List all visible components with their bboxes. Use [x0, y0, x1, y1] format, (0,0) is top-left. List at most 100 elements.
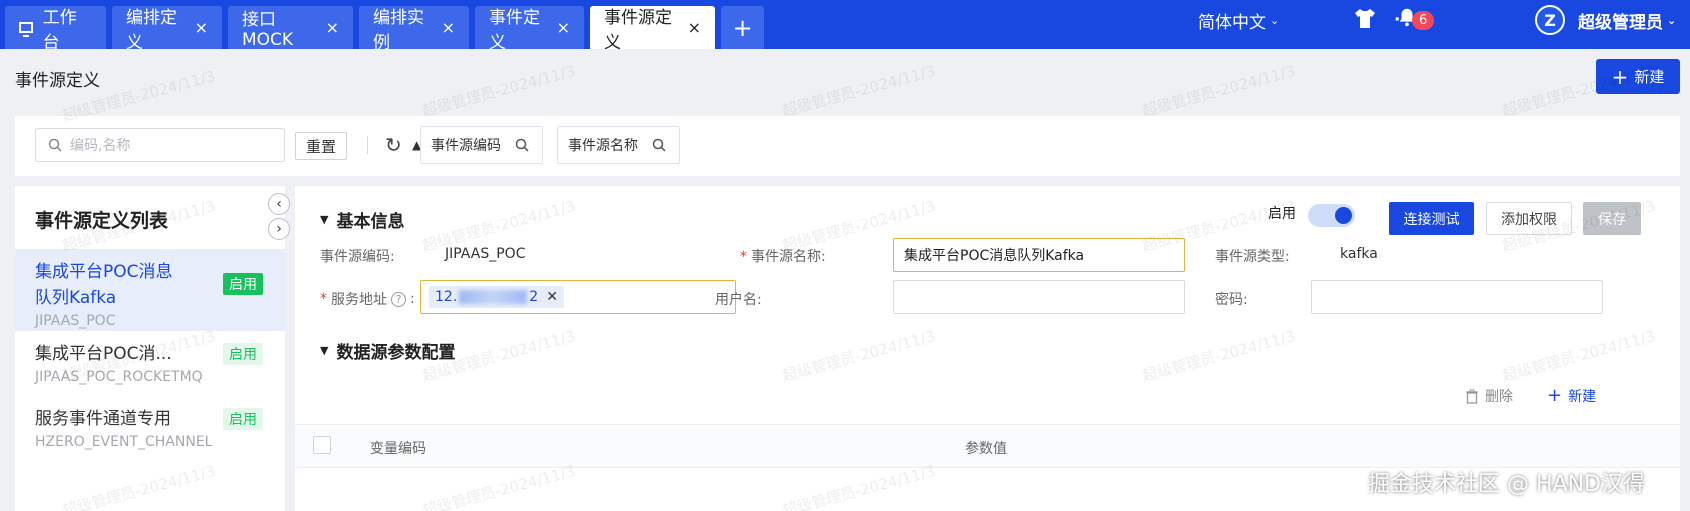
column-header-variable-code: 变量编码 [370, 441, 426, 457]
event-source-name-label: * 事件源名称: [740, 249, 826, 265]
add-param-button[interactable]: + 新建 [1547, 385, 1596, 406]
filter-chip-label: 事件源编码 [431, 138, 501, 154]
filter-event-source-code[interactable]: 事件源编码 [420, 126, 543, 164]
status-badge: 启用 [223, 273, 263, 295]
tab-interface-mock[interactable]: 接口MOCK × [228, 6, 353, 50]
close-icon[interactable]: × [442, 18, 455, 37]
plus-icon: + [1547, 385, 1563, 406]
enable-toggle[interactable] [1308, 204, 1355, 227]
list-item-code: JIPAAS_POC [35, 313, 116, 329]
tab-workbench[interactable]: 工作台 [5, 6, 106, 53]
theme-shirt-icon[interactable] [1353, 7, 1377, 29]
label-text: 服务地址 [331, 292, 387, 308]
source-signature: 掘金技术社区 @ HAND汉得 [1368, 472, 1645, 497]
event-source-code-value: JIPAAS_POC [445, 246, 526, 262]
search-placeholder: 编码,名称 [70, 138, 131, 154]
list-item[interactable]: 集成平台POC消息 队列Kafka JIPAAS_POC 启用 [15, 249, 285, 331]
delete-button[interactable]: 删除 [1465, 386, 1513, 406]
help-icon[interactable]: ? [391, 291, 406, 307]
delete-label: 删除 [1485, 389, 1513, 405]
plus-icon: + [1611, 64, 1629, 89]
search-icon [652, 138, 666, 152]
caret-down-icon: ▼ [320, 213, 329, 226]
notification-badge: 6 [1412, 11, 1435, 30]
input-value: 集成平台POC消息队列Kafka [904, 248, 1085, 264]
language-label: 简体中文 [1198, 12, 1266, 33]
reset-button[interactable]: 重置 [295, 132, 347, 160]
new-button[interactable]: + 新建 [1596, 59, 1680, 94]
section-title: 数据源参数配置 [336, 343, 456, 363]
divider [367, 136, 368, 154]
close-icon[interactable]: × [688, 18, 701, 37]
user-name: 超级管理员 [1578, 12, 1663, 33]
select-all-checkbox[interactable] [313, 436, 331, 454]
close-icon[interactable]: × [195, 18, 208, 37]
username-input[interactable] [893, 280, 1185, 314]
add-permission-button[interactable]: 添加权限 [1486, 202, 1572, 235]
tab-event-source-definition[interactable]: 事件源定义 × [590, 6, 715, 53]
save-button[interactable]: 保存 [1583, 202, 1641, 235]
event-source-name-input[interactable]: 集成平台POC消息队列Kafka [893, 238, 1185, 272]
list-title: 事件源定义列表 [35, 210, 169, 232]
filter-chip-label: 事件源名称 [568, 138, 638, 154]
event-source-type-value: kafka [1340, 246, 1378, 262]
label-text: 事件源名称: [751, 249, 826, 265]
address-prefix: 12. [435, 289, 458, 305]
section-datasource-params[interactable]: ▼ 数据源参数配置 [320, 338, 455, 363]
watermark: 超级管理员-2024/11/3 [780, 61, 938, 121]
plus-icon: + [732, 13, 753, 42]
tab-label: 事件源定义 [604, 7, 672, 53]
close-icon[interactable]: × [557, 18, 570, 37]
search-icon [48, 138, 62, 152]
avatar[interactable]: Z [1535, 5, 1565, 35]
tab-label: 工作台 [42, 7, 77, 53]
tab-orchestration-instance[interactable]: 编排实例 × [359, 6, 469, 53]
monitor-icon [19, 22, 33, 37]
redacted-mask [459, 290, 528, 304]
list-item-code: JIPAAS_POC_ROCKETMQ [35, 369, 203, 385]
language-selector[interactable]: 简体中文 ⌄ [1198, 0, 1279, 40]
column-header-param-value: 参数值 [965, 441, 1007, 457]
list-item[interactable]: 服务事件通道专用 HZERO_EVENT_CHANNEL 启用 [15, 406, 285, 466]
address-suffix: 2 [529, 289, 539, 305]
event-source-list-panel: 事件源定义列表 集成平台POC消息 队列Kafka JIPAAS_POC 启用 … [15, 186, 285, 511]
password-label: 密码: [1215, 292, 1248, 308]
tab-orchestration-definition[interactable]: 编排定义 × [112, 6, 222, 53]
detail-panel: ▼ 基本信息 启用 连接测试 添加权限 保存 事件源编码: JIPAAS_POC… [295, 186, 1680, 511]
trash-icon [1466, 389, 1478, 404]
new-button-label: 新建 [1634, 68, 1665, 86]
section-title: 基本信息 [336, 212, 405, 232]
event-source-code-label: 事件源编码: [320, 249, 395, 265]
tab-event-definition[interactable]: 事件定义 × [475, 6, 584, 53]
params-table-header: 变量编码 参数值 [295, 424, 1680, 468]
close-icon[interactable]: ✕ [546, 289, 558, 305]
close-icon[interactable]: × [326, 18, 339, 37]
list-item[interactable]: 集成平台POC消... JIPAAS_POC_ROCKETMQ 启用 [15, 341, 285, 401]
more-icon[interactable]: ··· [1394, 0, 1413, 40]
username-label: 用户名: [715, 292, 762, 308]
service-address-input[interactable]: 12. 2 ✕ [420, 280, 736, 314]
page-title: 事件源定义 [15, 71, 100, 91]
expand-right-button[interactable]: › [268, 218, 290, 240]
status-badge: 启用 [223, 343, 263, 365]
search-input[interactable]: 编码,名称 [35, 128, 285, 162]
watermark: 超级管理员-2024/11/3 [1140, 61, 1298, 121]
tab-label: 接口MOCK [242, 10, 294, 50]
list-item-code: HZERO_EVENT_CHANNEL [35, 434, 213, 450]
add-param-label: 新建 [1568, 388, 1597, 405]
search-icon [515, 138, 529, 152]
user-menu[interactable]: 超级管理员 ⌄ [1578, 0, 1676, 40]
collapse-left-button[interactable]: ‹ [268, 193, 290, 215]
caret-down-icon: ▼ [320, 344, 329, 357]
connection-test-button[interactable]: 连接测试 [1389, 202, 1474, 235]
tab-label: 编排定义 [126, 7, 177, 53]
refresh-icon[interactable]: ↻ [385, 132, 405, 158]
event-source-type-label: 事件源类型: [1215, 249, 1290, 265]
add-tab-button[interactable]: + [721, 6, 764, 49]
filter-event-source-name[interactable]: 事件源名称 [557, 126, 680, 164]
enable-label: 启用 [1268, 206, 1296, 222]
password-input[interactable] [1311, 280, 1603, 314]
section-basic-info[interactable]: ▼ 基本信息 [320, 207, 404, 232]
chevron-down-icon: ⌄ [1270, 13, 1280, 27]
filter-bar: 编码,名称 重置 ↻ ▲ 事件源编码 事件源名称 [15, 116, 1680, 176]
